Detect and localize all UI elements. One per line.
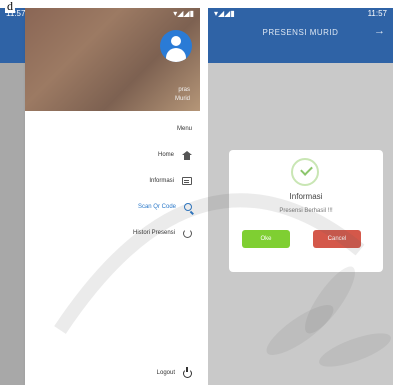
- right-phone-screen: ▾◢◢▮ 11:57 PRESENSI MURID → Informasi Pr…: [208, 8, 393, 385]
- dialog-title: Informasi: [289, 192, 323, 201]
- left-content-scrim[interactable]: [0, 63, 25, 385]
- drawer-item-home[interactable]: Home: [25, 146, 200, 164]
- drawer-item-label: Home: [157, 152, 174, 158]
- drawer-item-scan-qr-code[interactable]: Scan Qr Code: [25, 198, 200, 216]
- check-circle-icon: [291, 158, 319, 186]
- history-icon: [183, 228, 192, 238]
- right-status-icons: ▾◢◢▮: [214, 8, 235, 18]
- user-name: pras: [178, 87, 190, 93]
- user-role: Murid: [174, 96, 190, 102]
- avatar-body: [166, 48, 186, 62]
- drawer-item-histori-presensi[interactable]: Histori Presensi: [25, 224, 200, 242]
- avatar[interactable]: [160, 30, 192, 62]
- power-icon: [183, 366, 192, 378]
- right-status-bar: ▾◢◢▮ 11:57: [208, 8, 393, 18]
- info-card-icon: [182, 177, 192, 185]
- navigation-drawer: pras Murid Menu Home Informasi Scan Qr C…: [25, 8, 200, 385]
- drawer-item-logout[interactable]: Logout: [25, 364, 200, 382]
- home-icon: [182, 150, 192, 160]
- avatar-head: [171, 36, 181, 46]
- drawer-item-label: Informasi: [149, 178, 174, 184]
- drawer-item-label: Logout: [156, 370, 175, 376]
- app-bar-title: PRESENSI MURID: [262, 28, 339, 37]
- left-phone-screen: 11:57 ▾◢◢▮ pras Murid Menu Home Informas…: [0, 8, 200, 385]
- right-status-time: 11:57: [367, 8, 387, 18]
- drawer-item-label: Scan Qr Code: [137, 204, 176, 210]
- dialog-message: Presensi Berhasil !!!: [279, 208, 333, 214]
- left-status-bar: 11:57 ▾◢◢▮: [0, 8, 200, 18]
- left-status-icons: ▾◢◢▮: [173, 8, 194, 18]
- figure-label: d: [7, 0, 13, 13]
- arrow-right-icon[interactable]: →: [374, 25, 385, 37]
- info-dialog: Informasi Presensi Berhasil !!! Oke Canc…: [229, 150, 383, 272]
- drawer-item-label: Histori Presensi: [132, 230, 175, 236]
- figure-label-bar: d: [5, 0, 15, 13]
- menu-heading: Menu: [176, 126, 192, 132]
- search-icon: [184, 203, 192, 211]
- drawer-item-informasi[interactable]: Informasi: [25, 172, 200, 190]
- cancel-button[interactable]: Cancel: [313, 230, 361, 248]
- drawer-header: pras Murid: [25, 8, 200, 111]
- ok-button[interactable]: Oke: [242, 230, 290, 248]
